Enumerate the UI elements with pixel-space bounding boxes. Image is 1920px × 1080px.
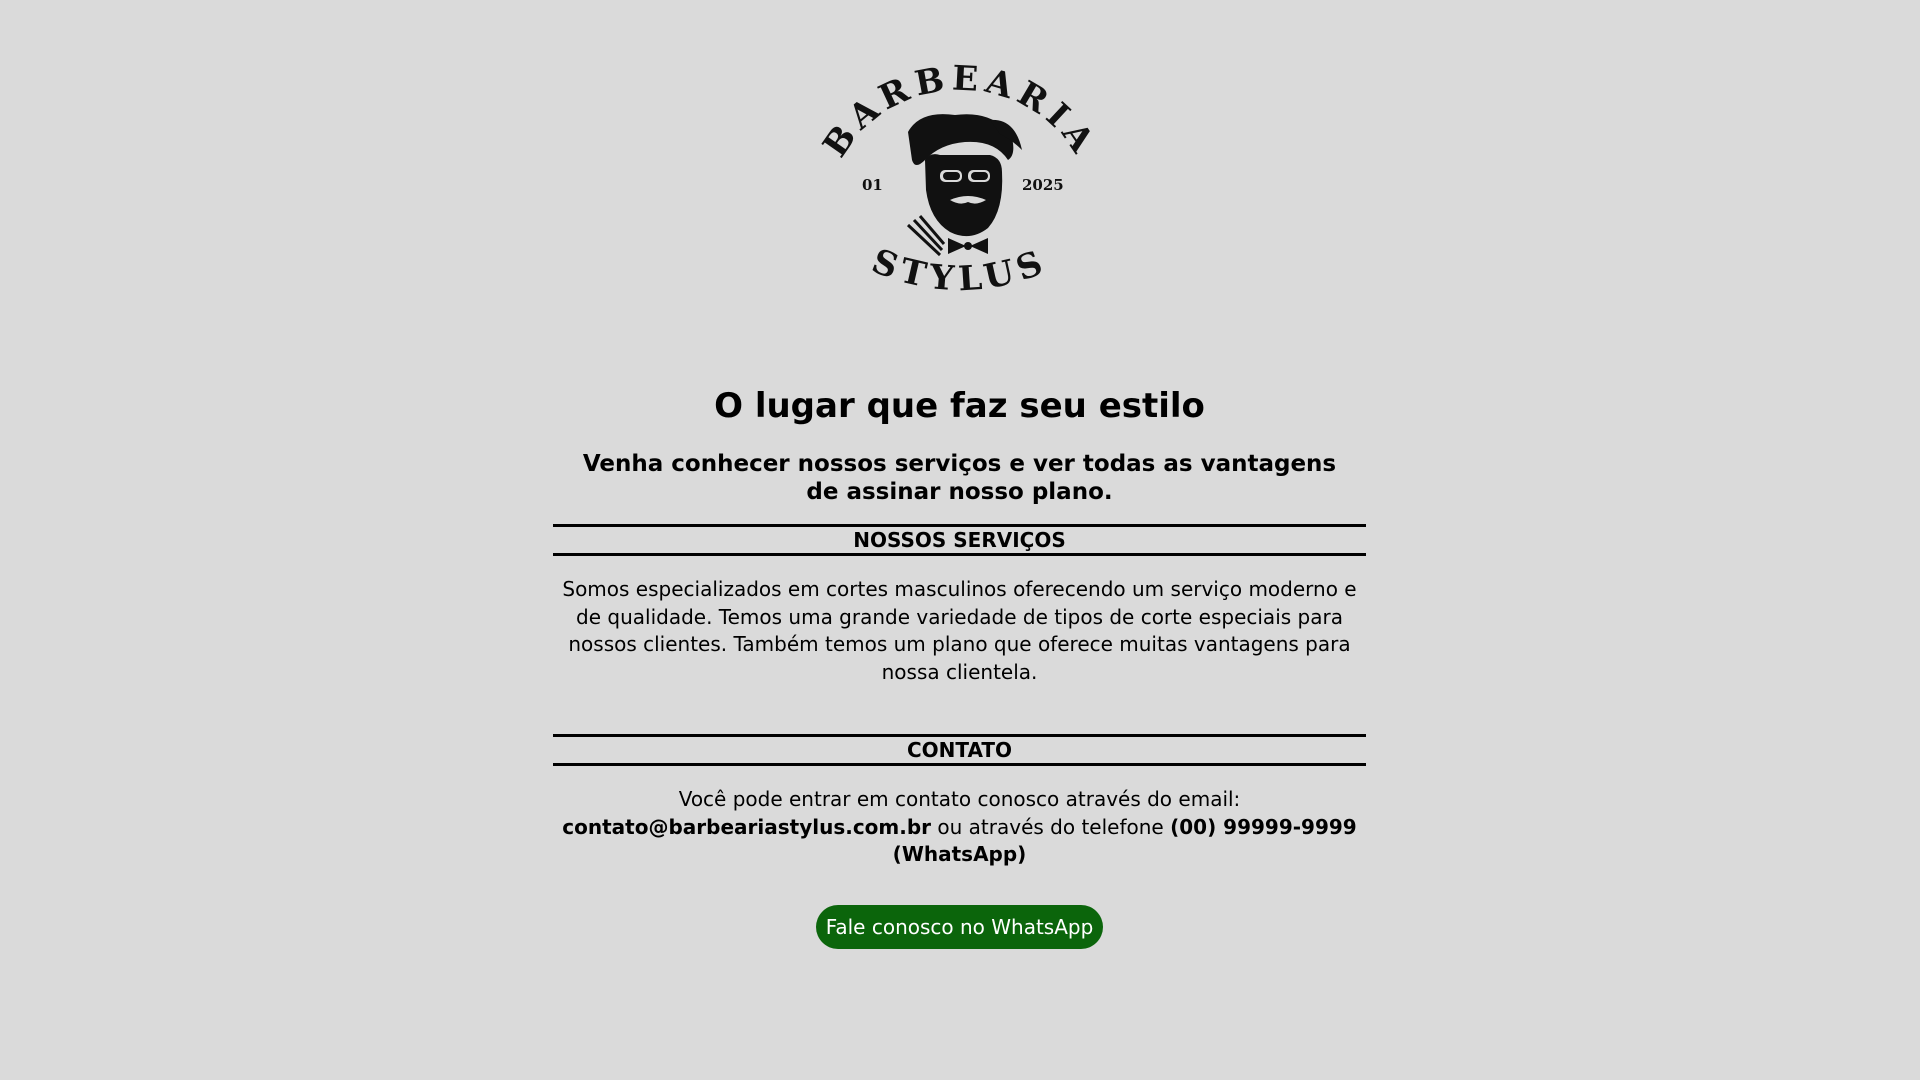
main-content: O lugar que faz seu estilo Venha conhece… [553,380,1366,949]
logo-right-text: 2025 [1022,176,1064,194]
svg-text:STYLUS: STYLUS [866,241,1053,299]
contact-heading: CONTATO [553,734,1366,766]
barbershop-logo: BARBEARIA STYLUS 01 2025 [790,60,1130,310]
contact-text: Você pode entrar em contato conosco atra… [553,786,1366,869]
logo-left-text: 01 [862,176,883,194]
logo-bottom-text: STYLUS [866,241,1047,299]
page: BARBEARIA STYLUS 01 2025 O lugar que faz… [0,0,1920,1080]
barber-face-logo-icon: BARBEARIA STYLUS 01 2025 [815,60,1104,300]
svg-text:BARBEARIA: BARBEARIA [815,60,1104,164]
services-heading: NOSSOS SERVIÇOS [553,524,1366,556]
logo-top-text: BARBEARIA [815,60,1098,164]
services-text: Somos especializados em cortes masculino… [562,577,1357,684]
page-title: O lugar que faz seu estilo [714,386,1205,426]
contact-email: contato@barbeariastylus.com.br [562,814,932,839]
whatsapp-button[interactable]: Fale conosco no WhatsApp [815,904,1104,949]
page-subtitle: Venha conhecer nossos serviços e ver tod… [582,451,1337,505]
contact-middle: ou através do telefone [937,814,1164,839]
contact-intro: Você pode entrar em contato conosco atra… [678,787,1241,811]
